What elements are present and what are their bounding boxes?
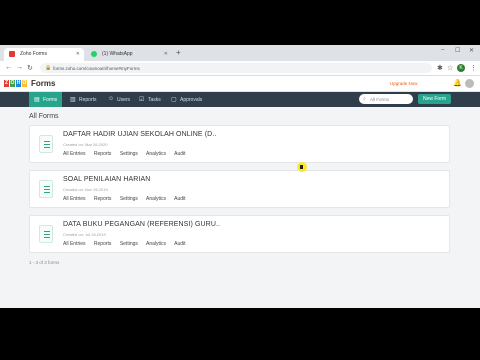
tab-strip: Zoho Forms ✕ (1) WhatsApp ✕ + – ☐ ✕ xyxy=(0,45,480,61)
minimize-button[interactable]: – xyxy=(441,47,444,53)
analytics-link[interactable]: Analytics xyxy=(146,151,166,157)
profile-avatar[interactable]: K xyxy=(457,64,465,72)
form-icon xyxy=(39,180,53,198)
url-text: forms.zoho.com/coumoutri/home#myForms xyxy=(53,66,140,71)
reports-link[interactable]: Reports xyxy=(94,196,112,202)
close-tab-icon[interactable]: ✕ xyxy=(164,51,168,57)
form-icon xyxy=(39,225,53,243)
users-icon: ☺ xyxy=(108,96,115,102)
approvals-icon: ▢ xyxy=(171,97,177,103)
settings-link[interactable]: Settings xyxy=(120,196,138,202)
form-card[interactable]: SOAL PENILAIAN HARIAN Created on: Nov 26… xyxy=(29,170,450,208)
zoho-favicon-icon xyxy=(9,51,15,57)
form-icon xyxy=(39,135,53,153)
upgrade-link[interactable]: Upgrade Now xyxy=(390,81,418,86)
search-placeholder: All Forms xyxy=(370,97,389,102)
new-tab-button[interactable]: + xyxy=(176,48,181,57)
reload-icon[interactable]: ↻ xyxy=(27,64,33,72)
form-card[interactable]: DATA BUKU PEGANGAN (REFERENSI) GURU.. Cr… xyxy=(29,215,450,253)
pagination-text: 1 - 3 of 3 forms xyxy=(29,260,60,265)
nav-item-approvals[interactable]: ▢ Approvals xyxy=(166,92,207,107)
form-card[interactable]: DAFTAR HADIR UJIAN SEKOLAH ONLINE (D.. C… xyxy=(29,125,450,163)
star-icon[interactable]: ☆ xyxy=(447,64,453,72)
form-title[interactable]: DATA BUKU PEGANGAN (REFERENSI) GURU.. xyxy=(63,221,220,228)
all-entries-link[interactable]: All Entries xyxy=(63,196,86,202)
audit-link[interactable]: Audit xyxy=(174,151,185,157)
reports-link[interactable]: Reports xyxy=(94,241,112,247)
form-title[interactable]: DAFTAR HADIR UJIAN SEKOLAH ONLINE (D.. xyxy=(63,131,216,138)
all-entries-link[interactable]: All Entries xyxy=(63,151,86,157)
back-arrow-icon[interactable]: ← xyxy=(5,64,12,71)
forward-arrow-icon[interactable]: → xyxy=(16,64,23,71)
mouse-cursor-highlight xyxy=(297,162,307,172)
search-icon: ⌕ xyxy=(363,96,366,102)
whatsapp-favicon-icon xyxy=(91,51,97,57)
all-entries-link[interactable]: All Entries xyxy=(63,241,86,247)
address-bar[interactable]: 🔒 forms.zoho.com/coumoutri/home#myForms xyxy=(40,63,432,73)
form-created-date: Created on: Nov 26,2019 xyxy=(63,187,108,192)
analytics-link[interactable]: Analytics xyxy=(146,196,166,202)
form-actions: All Entries Reports Settings Analytics A… xyxy=(63,151,193,157)
user-avatar[interactable] xyxy=(465,79,474,88)
app-brand: Forms xyxy=(31,79,56,88)
reports-icon: ▥ xyxy=(70,97,76,103)
nav-item-reports[interactable]: ▥ Reports xyxy=(65,92,102,107)
form-actions: All Entries Reports Settings Analytics A… xyxy=(63,196,193,202)
settings-link[interactable]: Settings xyxy=(120,151,138,157)
forms-icon: ▤ xyxy=(34,97,40,103)
form-actions: All Entries Reports Settings Analytics A… xyxy=(63,241,193,247)
form-title[interactable]: SOAL PENILAIAN HARIAN xyxy=(63,176,150,183)
tab-label: (1) WhatsApp xyxy=(102,51,133,57)
zoho-logo: Z O H O xyxy=(4,80,27,87)
menu-dots-icon[interactable]: ⋮ xyxy=(470,64,477,72)
tab-label: Zoho Forms xyxy=(20,51,47,57)
form-created-date: Created on: Jul 16,2019 xyxy=(63,232,106,237)
lock-icon: 🔒 xyxy=(45,65,52,71)
app-header: Z O H O Forms Upgrade Now 🔔 xyxy=(0,76,480,92)
form-created-date: Created on: Mar 26,2020 xyxy=(63,142,108,147)
maximize-button[interactable]: ☐ xyxy=(455,47,460,54)
nav-item-users[interactable]: ☺ Users xyxy=(103,92,135,107)
search-input[interactable]: ⌕ All Forms xyxy=(359,94,413,104)
settings-link[interactable]: Settings xyxy=(120,241,138,247)
bell-icon[interactable]: 🔔 xyxy=(453,79,462,87)
analytics-link[interactable]: Analytics xyxy=(146,241,166,247)
tasks-icon: ☑ xyxy=(139,97,145,103)
close-window-button[interactable]: ✕ xyxy=(469,47,474,54)
page-title: All Forms xyxy=(29,113,59,120)
main-nav: ▤ Forms ▥ Reports ☺ Users ☑ Tasks ▢ Appr… xyxy=(0,92,480,107)
extension-icon[interactable]: ✱ xyxy=(437,64,443,72)
audit-link[interactable]: Audit xyxy=(174,196,185,202)
nav-item-forms[interactable]: ▤ Forms xyxy=(29,92,63,107)
browser-tab-whatsapp[interactable]: (1) WhatsApp ✕ xyxy=(86,48,172,61)
browser-toolbar: ← → ↻ 🔒 forms.zoho.com/coumoutri/home#my… xyxy=(0,61,480,76)
audit-link[interactable]: Audit xyxy=(174,241,185,247)
close-tab-icon[interactable]: ✕ xyxy=(76,51,80,57)
nav-item-tasks[interactable]: ☑ Tasks xyxy=(134,92,166,107)
reports-link[interactable]: Reports xyxy=(94,151,112,157)
new-form-button[interactable]: New Form xyxy=(418,94,451,104)
browser-tab-zoho-forms[interactable]: Zoho Forms ✕ xyxy=(4,48,84,61)
browser-window: Zoho Forms ✕ (1) WhatsApp ✕ + – ☐ ✕ ← → … xyxy=(0,45,480,308)
